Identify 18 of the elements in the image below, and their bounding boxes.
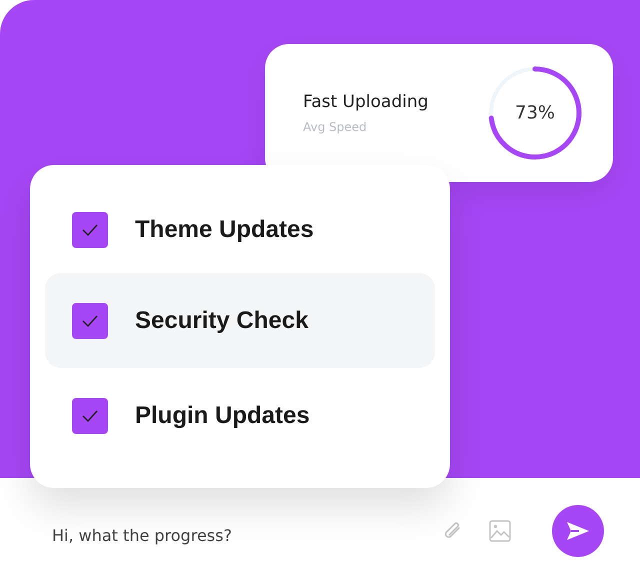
checklist-item[interactable]: Plugin Updates — [45, 368, 435, 463]
progress-reading: 73% — [515, 102, 555, 124]
check-icon — [81, 223, 99, 237]
task-label: Security Check — [135, 306, 308, 334]
message-field[interactable]: Hi, what the progress? — [52, 526, 418, 544]
checkbox[interactable] — [72, 398, 108, 434]
check-icon — [81, 314, 99, 328]
send-button[interactable] — [552, 505, 604, 557]
upload-subtitle: Avg Speed — [303, 120, 368, 134]
checkbox[interactable] — [72, 212, 108, 248]
checklist-item[interactable]: Security Check — [45, 273, 435, 368]
send-icon — [566, 521, 590, 541]
task-label: Plugin Updates — [135, 402, 310, 430]
check-icon — [81, 408, 99, 422]
checkbox[interactable] — [72, 302, 108, 338]
checklist-item[interactable]: Theme Updates — [45, 187, 435, 273]
task-label: Theme Updates — [135, 216, 314, 244]
upload-title: Fast Uploading — [303, 92, 428, 112]
